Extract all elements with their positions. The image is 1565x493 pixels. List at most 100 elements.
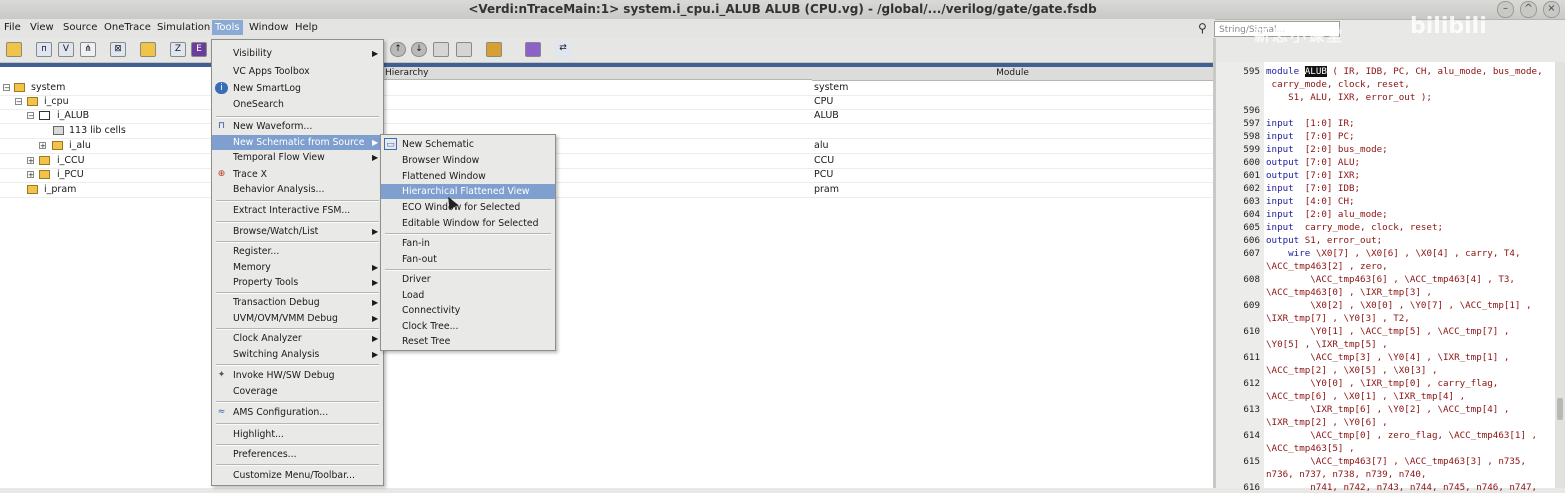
submenu-item-eco-window-for-selected[interactable]: ECO Window for Selected — [381, 200, 555, 215]
menu-item-register[interactable]: Register... — [212, 244, 383, 259]
menu-tools[interactable]: Tools — [212, 20, 243, 35]
collapse-icon[interactable]: − — [27, 112, 34, 120]
schematic-submenu: ▭ New Schematic Browser Window Flattened … — [380, 134, 556, 351]
menu-item-onesearch[interactable]: OneSearch — [212, 97, 383, 112]
layout-icon[interactable] — [456, 42, 472, 57]
code-text: output [7:0] ALU; — [1266, 157, 1361, 168]
menu-item-temporal-flow-view[interactable]: Temporal Flow View ▶ — [212, 150, 383, 165]
menu-item-property-tools[interactable]: Property Tools ▶ — [212, 275, 383, 290]
column-header-module[interactable]: Module — [812, 67, 1213, 81]
menu-item-extract-interactive-fsm[interactable]: Extract Interactive FSM... — [212, 203, 383, 218]
code-text: input [2:0] alu_mode; — [1266, 209, 1388, 220]
expand-icon[interactable]: + — [27, 171, 34, 179]
zoom-icon[interactable]: Z — [170, 42, 186, 57]
tree-row[interactable]: i_pram pram — [0, 183, 1213, 198]
open-folder-icon[interactable] — [6, 42, 22, 57]
menu-help[interactable]: Help — [295, 22, 318, 33]
search-icon[interactable]: ⚲ — [1198, 21, 1207, 35]
folder-tool-icon[interactable] — [140, 42, 156, 57]
submenu-item-fan-out[interactable]: Fan-out — [381, 252, 555, 267]
menu-item-switching-analysis[interactable]: Switching Analysis ▶ — [212, 347, 383, 362]
tree-row[interactable]: + i_alu alu — [0, 139, 1213, 154]
signal-icon[interactable]: ⇄ — [555, 42, 571, 57]
submenu-item-driver[interactable]: Driver — [381, 272, 555, 287]
line-number: 603 — [1243, 196, 1260, 207]
code-text: \ACC_tmp463[2] , zero, — [1266, 261, 1388, 272]
tree-row[interactable]: + i_PCU PCU — [0, 168, 1213, 183]
tree-row[interactable]: − i_cpu CPU — [0, 95, 1213, 110]
expand-icon[interactable]: + — [39, 142, 46, 150]
menu-item-new-smartlog[interactable]: i New SmartLog — [212, 81, 383, 96]
submenu-item-new-schematic[interactable]: ▭ New Schematic — [381, 137, 555, 152]
title-bar: <Verdi:nTraceMain:1> system.i_cpu.i_ALUB… — [0, 0, 1565, 20]
menu-separator — [216, 464, 379, 466]
menu-item-trace-x[interactable]: ⊕ Trace X — [212, 167, 383, 182]
expand-icon[interactable]: + — [27, 157, 34, 165]
menu-item-vc-apps-toolbox[interactable]: VC Apps Toolbox — [212, 64, 383, 79]
menu-item-visibility[interactable]: Visibility ▶ — [212, 46, 383, 61]
submenu-item-reset-tree[interactable]: Reset Tree — [381, 334, 555, 349]
line-number: 602 — [1243, 183, 1260, 194]
tree-module: alu — [814, 140, 829, 151]
menu-item-highlight[interactable]: Highlight... — [212, 427, 383, 442]
submenu-item-editable-window-for-selected[interactable]: Editable Window for Selected — [381, 216, 555, 231]
menu-item-new-waveform[interactable]: ⊓ New Waveform... — [212, 119, 383, 134]
menu-item-browse-watch-list[interactable]: Browse/Watch/List ▶ — [212, 224, 383, 239]
menu-source[interactable]: Source — [63, 22, 97, 33]
collapse-icon[interactable]: − — [15, 98, 22, 106]
edit-icon[interactable]: E — [191, 42, 207, 57]
search-tool-icon[interactable]: ⊠ — [110, 42, 126, 57]
source-scrollbar[interactable] — [1555, 62, 1565, 488]
trace-icon: ⊕ — [217, 169, 226, 179]
submenu-item-load[interactable]: Load — [381, 288, 555, 303]
hierarchy-icon[interactable]: ᴨ — [36, 42, 52, 57]
menu-item-transaction-debug[interactable]: Transaction Debug ▶ — [212, 295, 383, 310]
code-text: module ALUB ( IR, IDB, PC, CH, alu_mode,… — [1266, 66, 1543, 77]
menu-onetrace[interactable]: OneTrace — [104, 22, 151, 33]
menu-window[interactable]: Window — [249, 22, 288, 33]
menu-item-clock-analyzer[interactable]: Clock Analyzer ▶ — [212, 331, 383, 346]
copy-icon[interactable] — [433, 42, 449, 57]
close-icon[interactable]: × — [1543, 1, 1560, 18]
tree-row[interactable]: 113 lib cells — [0, 124, 1213, 139]
schematic-tool-icon[interactable] — [525, 42, 541, 57]
scrollbar-thumb[interactable] — [1557, 398, 1563, 420]
menu-file[interactable]: File — [4, 22, 21, 33]
tree-row[interactable]: − i_ALUB ALUB — [0, 109, 1213, 124]
maximize-icon[interactable]: ^ — [1520, 1, 1537, 18]
menu-view[interactable]: View — [30, 22, 54, 33]
menu-item-ams-configuration[interactable]: ≈ AMS Configuration... — [212, 405, 383, 420]
menu-separator — [216, 241, 379, 243]
tree-row[interactable]: + i_CCU CCU — [0, 154, 1213, 169]
menu-item-behavior-analysis[interactable]: Behavior Analysis... — [212, 182, 383, 197]
code-text: carry_mode, clock, reset, — [1266, 79, 1410, 90]
collapse-icon[interactable]: − — [3, 84, 10, 92]
submenu-item-browser-window[interactable]: Browser Window — [381, 153, 555, 168]
menu-item-customize-menu-toolbar[interactable]: Customize Menu/Toolbar... — [212, 468, 383, 483]
submenu-item-connectivity[interactable]: Connectivity — [381, 303, 555, 318]
tree-label: i_pram — [44, 184, 77, 195]
code-text: \ACC_tmp[2] , \X0[5] , \X0[3] , — [1266, 365, 1438, 376]
menu-simulation[interactable]: Simulation — [157, 22, 210, 33]
menu-item-invoke-hw-sw-debug[interactable]: ✦ Invoke HW/SW Debug — [212, 368, 383, 383]
vc-icon[interactable]: V — [58, 42, 74, 57]
code-text: S1, ALU, IXR, error_out ); — [1266, 92, 1432, 103]
menu-item-uvm-ovm-vmm-debug[interactable]: UVM/OVM/VMM Debug ▶ — [212, 311, 383, 326]
menu-item-memory[interactable]: Memory ▶ — [212, 260, 383, 275]
column-header-hierarchy[interactable]: Hierarchy — [383, 67, 812, 80]
window-title: <Verdi:nTraceMain:1> system.i_cpu.i_ALUB… — [468, 2, 1097, 16]
down-arrow-icon[interactable]: ↓ — [411, 42, 427, 57]
menu-item-coverage[interactable]: Coverage — [212, 384, 383, 399]
menu-item-new-schematic-from-source[interactable]: New Schematic from Source ▶ — [212, 135, 383, 150]
menu-item-preferences[interactable]: Preferences... — [212, 447, 383, 462]
highlight-icon[interactable] — [486, 42, 502, 57]
tree-icon[interactable]: ⋔ — [80, 42, 96, 57]
submenu-item-flattened-window[interactable]: Flattened Window — [381, 169, 555, 184]
up-arrow-icon[interactable]: ↑ — [390, 42, 406, 57]
minimize-icon[interactable]: – — [1497, 1, 1514, 18]
tree-row[interactable]: − system system — [0, 81, 1213, 96]
submenu-item-hierarchical-flattened-view[interactable]: Hierarchical Flattened View — [381, 184, 555, 199]
submenu-item-clock-tree[interactable]: Clock Tree... — [381, 319, 555, 334]
folder-icon — [14, 83, 25, 92]
submenu-item-fan-in[interactable]: Fan-in — [381, 236, 555, 251]
